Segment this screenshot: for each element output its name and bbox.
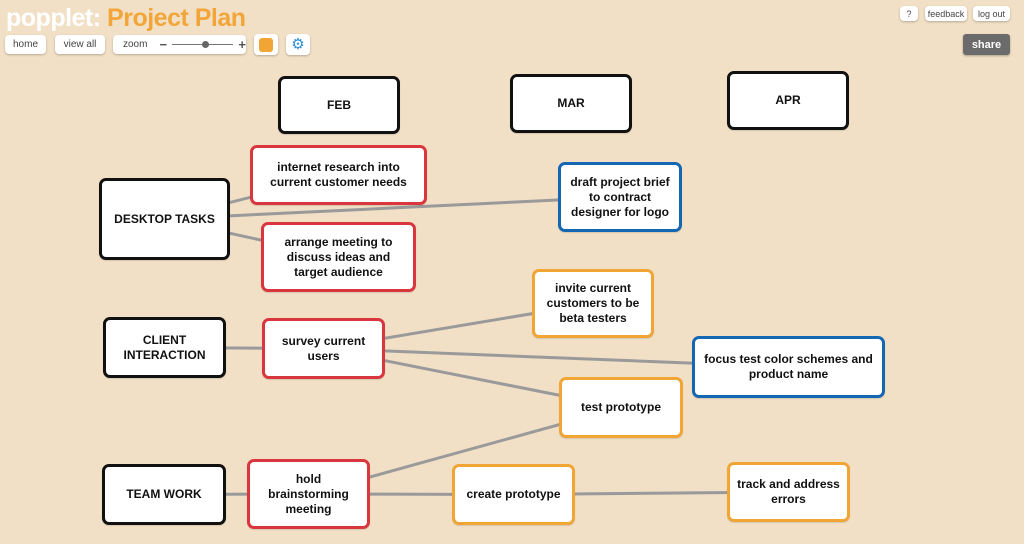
popplet-feb[interactable]: FEB	[278, 76, 400, 134]
popplet-team-work[interactable]: TEAM WORK	[102, 464, 226, 525]
popplet-invite-customers[interactable]: invite current customers to be beta test…	[532, 269, 654, 338]
popplet-text: MAR	[557, 96, 585, 110]
popplet-apr[interactable]: APR	[727, 71, 849, 130]
popplet-brainstorm[interactable]: hold brainstorming meeting	[247, 459, 370, 529]
popplet-text: APR	[775, 93, 801, 107]
popplet-text: arrange meeting to discuss ideas and tar…	[284, 234, 393, 279]
popplet-text: track and address errors	[737, 477, 840, 506]
popplet-text: hold brainstorming meeting	[268, 471, 349, 516]
popplet-text: internet research into current customer …	[270, 160, 407, 189]
popplet-arrange-meeting[interactable]: arrange meeting to discuss ideas and tar…	[261, 222, 416, 292]
popplet-create-prototype[interactable]: create prototype	[452, 464, 575, 525]
popplet-draft-brief[interactable]: draft project brief to contract designer…	[558, 162, 682, 232]
popplet-text: invite current customers to be beta test…	[546, 281, 640, 325]
popplet-text: DESKTOP TASKS	[114, 211, 215, 226]
popplet-text: test prototype	[580, 400, 661, 414]
popplet-track-errors[interactable]: track and address errors	[727, 462, 850, 522]
popplet-text: FEB	[327, 97, 351, 112]
popplet-text: survey current users	[281, 333, 366, 363]
popplet-mar[interactable]: MAR	[510, 74, 632, 133]
popplet-internet-research[interactable]: internet research into current customer …	[250, 145, 427, 205]
popplet-focus-test[interactable]: focus test color schemes and product nam…	[692, 336, 885, 398]
popplet-desktop-tasks[interactable]: DESKTOP TASKS	[99, 178, 230, 260]
popplet-client-interaction[interactable]: CLIENT INTERACTION	[103, 317, 226, 378]
popplet-survey-users[interactable]: survey current users	[262, 318, 385, 379]
popplet-text: CLIENT INTERACTION	[123, 332, 206, 362]
popplet-text: focus test color schemes and product nam…	[704, 352, 873, 381]
popplet-text: create prototype	[466, 487, 561, 501]
popplet-test-prototype[interactable]: test prototype	[559, 377, 683, 438]
popplet-text: TEAM WORK	[126, 487, 202, 501]
popplet-text: draft project brief to contract designer…	[570, 174, 670, 219]
